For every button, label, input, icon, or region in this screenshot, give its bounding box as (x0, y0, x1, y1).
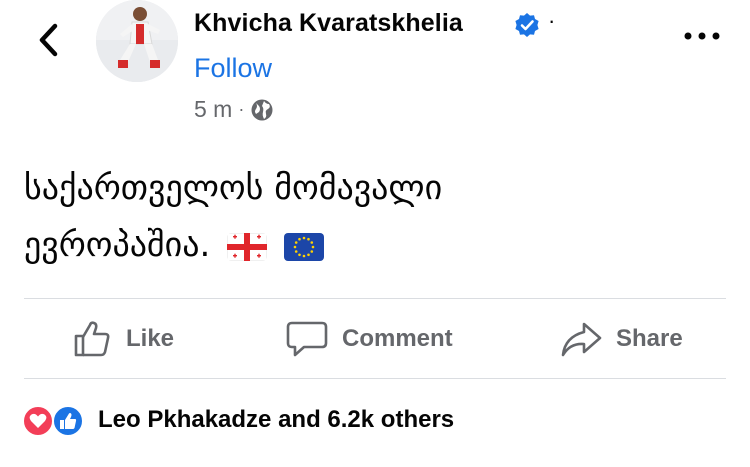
comment-icon (286, 321, 328, 357)
post-timestamp[interactable]: 5 m (194, 96, 232, 123)
georgia-flag-icon (227, 232, 268, 261)
eu-flag-icon (283, 232, 324, 261)
name-separator: · (548, 8, 556, 33)
actions-bottom-divider (24, 378, 726, 379)
reactions-summary[interactable]: Leo Pkhakadze and 6.2k others (22, 400, 454, 440)
reactions-text[interactable]: Leo Pkhakadze and 6.2k others (98, 406, 454, 434)
post-text-line-2-wrapper: ევროპაშია. (24, 217, 724, 274)
post-meta: 5 m · (194, 96, 274, 123)
share-label: Share (616, 325, 683, 352)
like-reaction-icon (52, 405, 84, 437)
like-icon (74, 321, 110, 357)
more-options-icon (684, 32, 720, 40)
follow-button[interactable]: Follow (194, 53, 272, 84)
back-button[interactable] (30, 20, 66, 60)
love-reaction-icon (22, 405, 54, 437)
reaction-icons (22, 402, 92, 438)
like-button[interactable]: Like (72, 317, 174, 361)
share-icon (561, 322, 602, 357)
post-text-line-2: ევროპაშია. (24, 225, 211, 265)
author-avatar[interactable] (96, 0, 178, 82)
comment-button[interactable]: Comment (286, 317, 453, 361)
post-actions-bar: Like Comment Share (0, 300, 750, 378)
meta-separator: · (238, 99, 245, 119)
author-name[interactable]: Khvicha Kvaratskhelia (194, 9, 463, 38)
share-button[interactable]: Share (560, 317, 683, 361)
globe-icon[interactable] (250, 98, 274, 122)
actions-top-divider (24, 298, 726, 299)
post-body: საქართველოს მომავალი ევროპაშია. (24, 160, 724, 274)
verified-badge-icon (515, 13, 539, 37)
avatar-image (96, 0, 178, 82)
post-text-line-1: საქართველოს მომავალი (24, 168, 443, 208)
like-label: Like (126, 325, 175, 352)
back-arrow-icon (39, 23, 58, 57)
post-header: Khvicha Kvaratskhelia · Follow 5 m · (0, 0, 750, 140)
more-options-button[interactable] (682, 24, 722, 48)
comment-label: Comment (342, 325, 453, 352)
